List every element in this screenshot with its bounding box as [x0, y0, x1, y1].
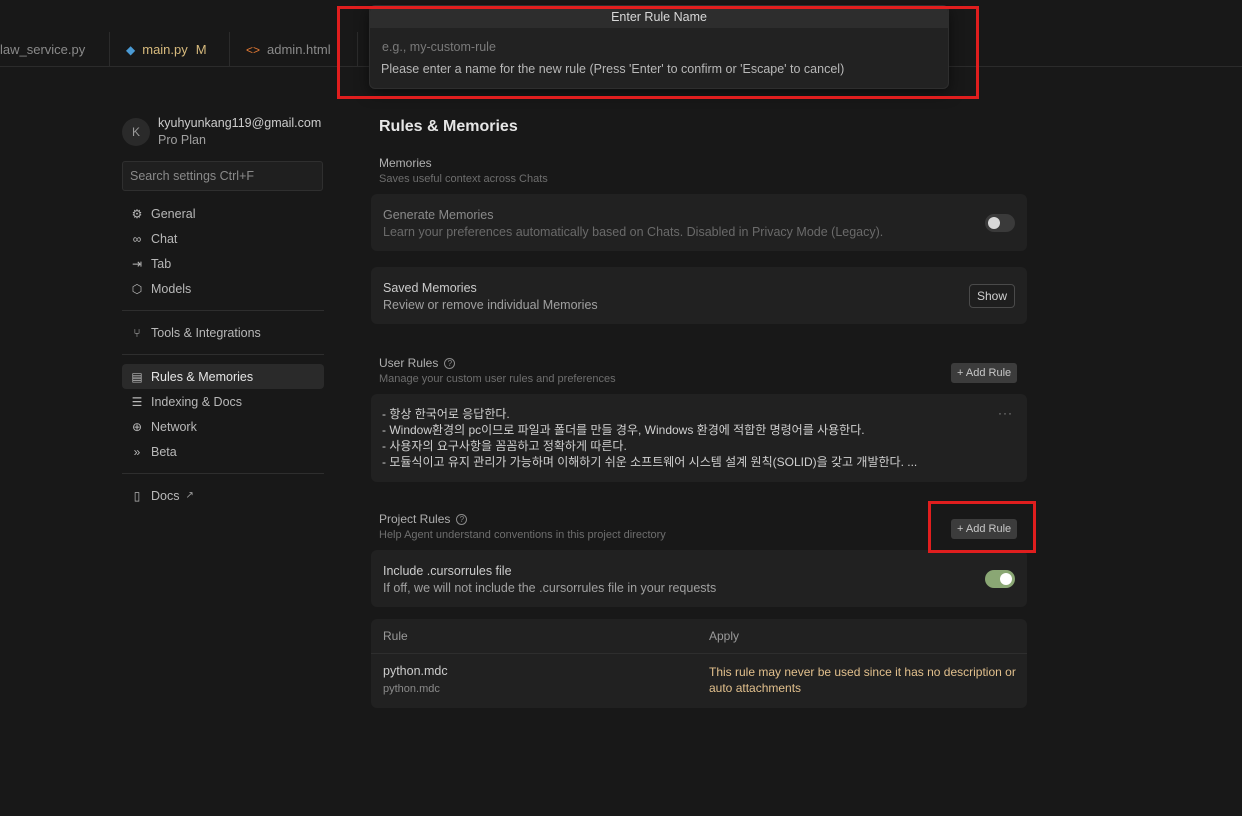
memories-desc: Saves useful context across Chats — [379, 173, 548, 185]
show-memories-button[interactable]: Show — [968, 284, 1015, 308]
project-rules-label-text: Project Rules — [379, 512, 451, 526]
user-rules-label-text: User Rules — [379, 356, 439, 370]
memories-label: Memories — [379, 156, 432, 170]
user-rule-line: - 사용자의 요구사항을 꼼꼼하고 정확하게 따른다. — [382, 439, 627, 453]
project-rules-label: Project Rules? — [379, 512, 468, 526]
user-rule-line: - 항상 한국어로 응답한다. — [382, 407, 510, 421]
sidebar-item-label: Tab — [151, 256, 172, 271]
python-icon: ◆ — [126, 42, 136, 57]
sidebar-item-label: General — [151, 206, 196, 221]
page-title: Rules & Memories — [379, 118, 518, 135]
sidebar-item-network[interactable]: ⊕ Network — [122, 414, 324, 439]
account-email: kyuhyunkang119@gmail.com — [158, 116, 322, 130]
add-user-rule-button[interactable]: + Add Rule — [951, 363, 1018, 383]
nodes-icon: ⑂ — [133, 325, 141, 340]
project-rules-table: Rule Apply python.mdc python.mdc This ru… — [371, 619, 1027, 708]
globe-icon: ⊕ — [131, 419, 143, 434]
table-divider — [371, 653, 1027, 654]
sidebar-item-docs[interactable]: ▯ Docs ↗ — [122, 483, 324, 508]
nav-divider — [122, 473, 324, 474]
gear-icon: ⚙ — [131, 206, 143, 221]
code-icon: <> — [246, 42, 261, 57]
chevrons-right-icon: » — [133, 444, 141, 459]
generate-memories-toggle[interactable] — [985, 214, 1015, 232]
sidebar-item-label: Models — [151, 281, 192, 296]
generate-memories-card: Generate Memories Learn your preferences… — [371, 194, 1027, 251]
rule-apply-warning: This rule may never be used since it has… — [709, 665, 1016, 695]
cube-icon: ⬡ — [131, 281, 143, 296]
toggle-knob — [1000, 573, 1012, 585]
highlight-box-add-rule — [928, 501, 1036, 553]
sidebar-item-chat[interactable]: ∞ Chat — [122, 226, 324, 251]
sidebar-item-label: Docs — [151, 488, 180, 503]
highlight-box-prompt — [337, 6, 979, 99]
sidebar-item-rules-memories[interactable]: ▤ Rules & Memories — [122, 364, 324, 389]
external-link-icon: ↗ — [185, 490, 194, 501]
account-plan: Pro Plan — [158, 133, 206, 147]
settings-nav: ⚙ General ∞ Chat ⇥ Tab ⬡ Models ⑂ Tools … — [122, 201, 324, 508]
sidebar-item-label: Tools & Integrations — [151, 325, 261, 340]
help-icon[interactable]: ? — [444, 358, 456, 369]
user-rules-label: User Rules? — [379, 356, 456, 370]
sidebar-item-tab[interactable]: ⇥ Tab — [122, 251, 324, 276]
cursorrules-card: Include .cursorrules file If off, we wil… — [371, 550, 1027, 607]
user-rule-line: - Window환경의 pc이므로 파일과 폴더를 만들 경우, Windows… — [382, 423, 865, 437]
user-rules-text: - 항상 한국어로 응답한다. - Window환경의 pc이므로 파일과 폴더… — [382, 406, 917, 470]
database-icon: ☰ — [131, 394, 143, 409]
nav-divider — [122, 310, 324, 311]
cursorrules-desc: If off, we will not include the .cursorr… — [383, 581, 717, 595]
user-rules-desc: Manage your custom user rules and prefer… — [379, 373, 616, 385]
generate-memories-desc: Learn your preferences automatically bas… — [383, 225, 884, 239]
tab-arrow-icon: ⇥ — [131, 256, 143, 271]
infinity-icon: ∞ — [132, 231, 142, 246]
clipboard-icon: ▤ — [131, 369, 143, 384]
user-rule-line: - 모듈식이고 유지 관리가 가능하며 이해하기 쉬운 소프트웨어 시스템 설계… — [382, 455, 918, 469]
column-header-rule: Rule — [383, 629, 408, 643]
tab-label: law_service.py — [0, 42, 86, 57]
sidebar-item-tools-integrations[interactable]: ⑂ Tools & Integrations — [122, 320, 324, 345]
avatar: K — [122, 118, 150, 146]
toggle-knob — [988, 217, 1000, 229]
saved-memories-card: Saved Memories Review or remove individu… — [371, 267, 1027, 324]
saved-memories-desc: Review or remove individual Memories — [383, 298, 598, 312]
account-profile[interactable]: K kyuhyunkang119@gmail.com Pro Plan — [122, 110, 324, 154]
sidebar-item-label: Network — [151, 419, 197, 434]
project-rules-desc: Help Agent understand conventions in thi… — [379, 529, 666, 541]
tab-label: main.py — [142, 42, 188, 57]
sidebar-item-beta[interactable]: » Beta — [122, 439, 324, 464]
rule-file: python.mdc — [383, 683, 440, 695]
sidebar-item-general[interactable]: ⚙ General — [122, 201, 324, 226]
sidebar-item-label: Indexing & Docs — [151, 394, 243, 409]
cursorrules-title: Include .cursorrules file — [383, 564, 512, 578]
sidebar-item-models[interactable]: ⬡ Models — [122, 276, 324, 301]
rule-name: python.mdc — [383, 664, 448, 678]
nav-divider — [122, 354, 324, 355]
sidebar-item-label: Beta — [151, 444, 177, 459]
sidebar-item-label: Rules & Memories — [151, 369, 254, 384]
sidebar-item-label: Chat — [151, 231, 178, 246]
settings-sidebar: K kyuhyunkang119@gmail.com Pro Plan Sear… — [122, 110, 324, 508]
modified-indicator: M — [195, 42, 207, 57]
sidebar-item-indexing-docs[interactable]: ☰ Indexing & Docs — [122, 389, 324, 414]
book-icon: ▯ — [133, 488, 141, 503]
user-rules-card[interactable]: - 항상 한국어로 응답한다. - Window환경의 pc이므로 파일과 폴더… — [371, 394, 1027, 482]
generate-memories-title: Generate Memories — [383, 208, 494, 222]
more-options-icon[interactable]: ··· — [998, 406, 1013, 420]
tab-label: admin.html — [267, 42, 331, 57]
tab-main-py[interactable]: ◆ main.py M — [110, 32, 230, 67]
settings-search-input[interactable]: Search settings Ctrl+F — [122, 161, 323, 191]
help-icon[interactable]: ? — [456, 514, 468, 525]
saved-memories-title: Saved Memories — [383, 281, 477, 295]
column-header-apply: Apply — [709, 629, 740, 643]
tab-law-service[interactable]: law_service.py — [0, 32, 110, 67]
cursorrules-toggle[interactable] — [985, 570, 1015, 588]
